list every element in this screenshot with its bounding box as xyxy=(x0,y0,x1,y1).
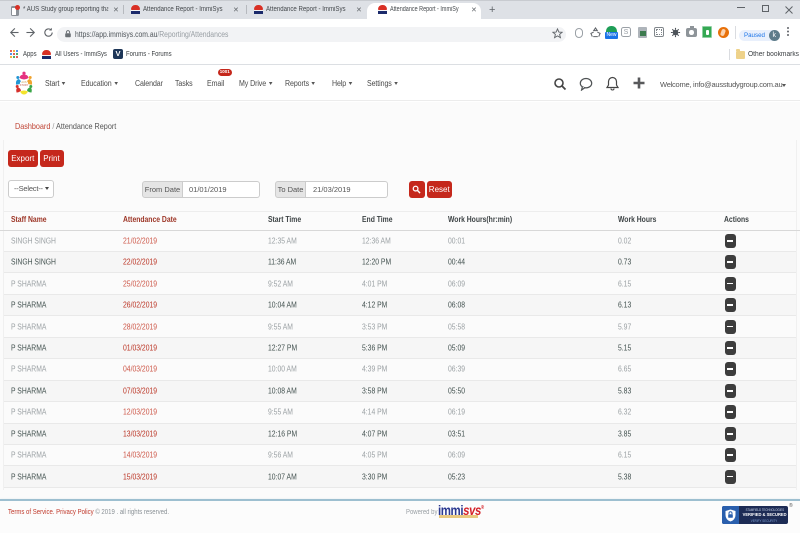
svg-text:STUDY: STUDY xyxy=(20,83,29,87)
